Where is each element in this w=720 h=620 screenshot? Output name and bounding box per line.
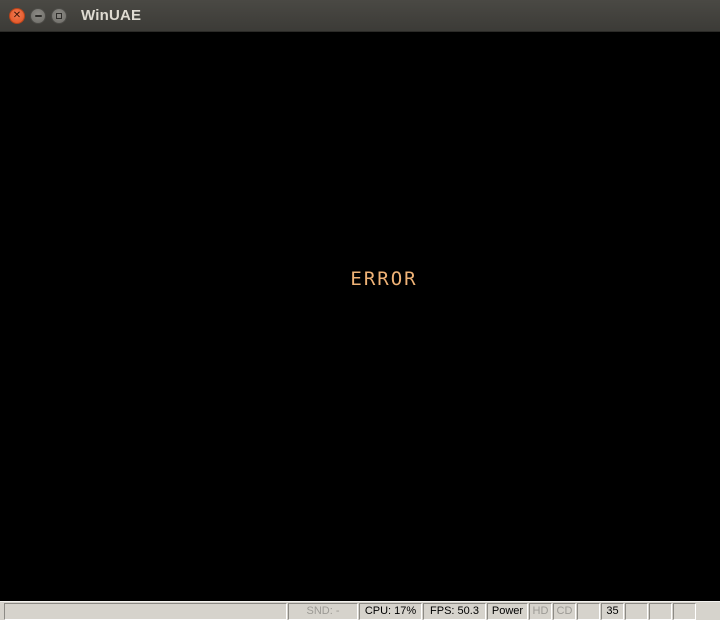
sound-status: SND: - bbox=[288, 603, 358, 620]
close-button[interactable]: ✕ bbox=[9, 8, 25, 24]
fps-counter: FPS: 50.3 bbox=[423, 603, 486, 620]
emulator-screen[interactable]: ERROR bbox=[0, 32, 720, 601]
winuae-window: ✕ WinUAE ERROR SND: - CPU: 17% FPS: 50.3… bbox=[0, 0, 720, 620]
power-led[interactable]: Power bbox=[487, 603, 528, 620]
floppy-drive-track[interactable]: 35 bbox=[601, 603, 624, 620]
maximize-icon bbox=[56, 13, 62, 19]
cd-led[interactable]: CD bbox=[553, 603, 576, 620]
hd-led[interactable]: HD bbox=[529, 603, 552, 620]
error-message: ERROR bbox=[350, 268, 418, 290]
floppy-drive-3[interactable] bbox=[673, 603, 696, 620]
floppy-drive-2[interactable] bbox=[649, 603, 672, 620]
cpu-usage: CPU: 17% bbox=[359, 603, 422, 620]
floppy-drive-1[interactable] bbox=[625, 603, 648, 620]
window-title: WinUAE bbox=[81, 7, 142, 24]
minimize-button[interactable] bbox=[30, 8, 46, 24]
floppy-drive-0[interactable] bbox=[577, 603, 600, 620]
title-bar[interactable]: ✕ WinUAE bbox=[0, 0, 720, 32]
minimize-icon bbox=[34, 15, 42, 17]
maximize-button[interactable] bbox=[51, 8, 67, 24]
status-bar: SND: - CPU: 17% FPS: 50.3 Power HD CD 35 bbox=[0, 601, 720, 620]
close-icon: ✕ bbox=[12, 10, 22, 21]
status-message bbox=[4, 603, 287, 620]
